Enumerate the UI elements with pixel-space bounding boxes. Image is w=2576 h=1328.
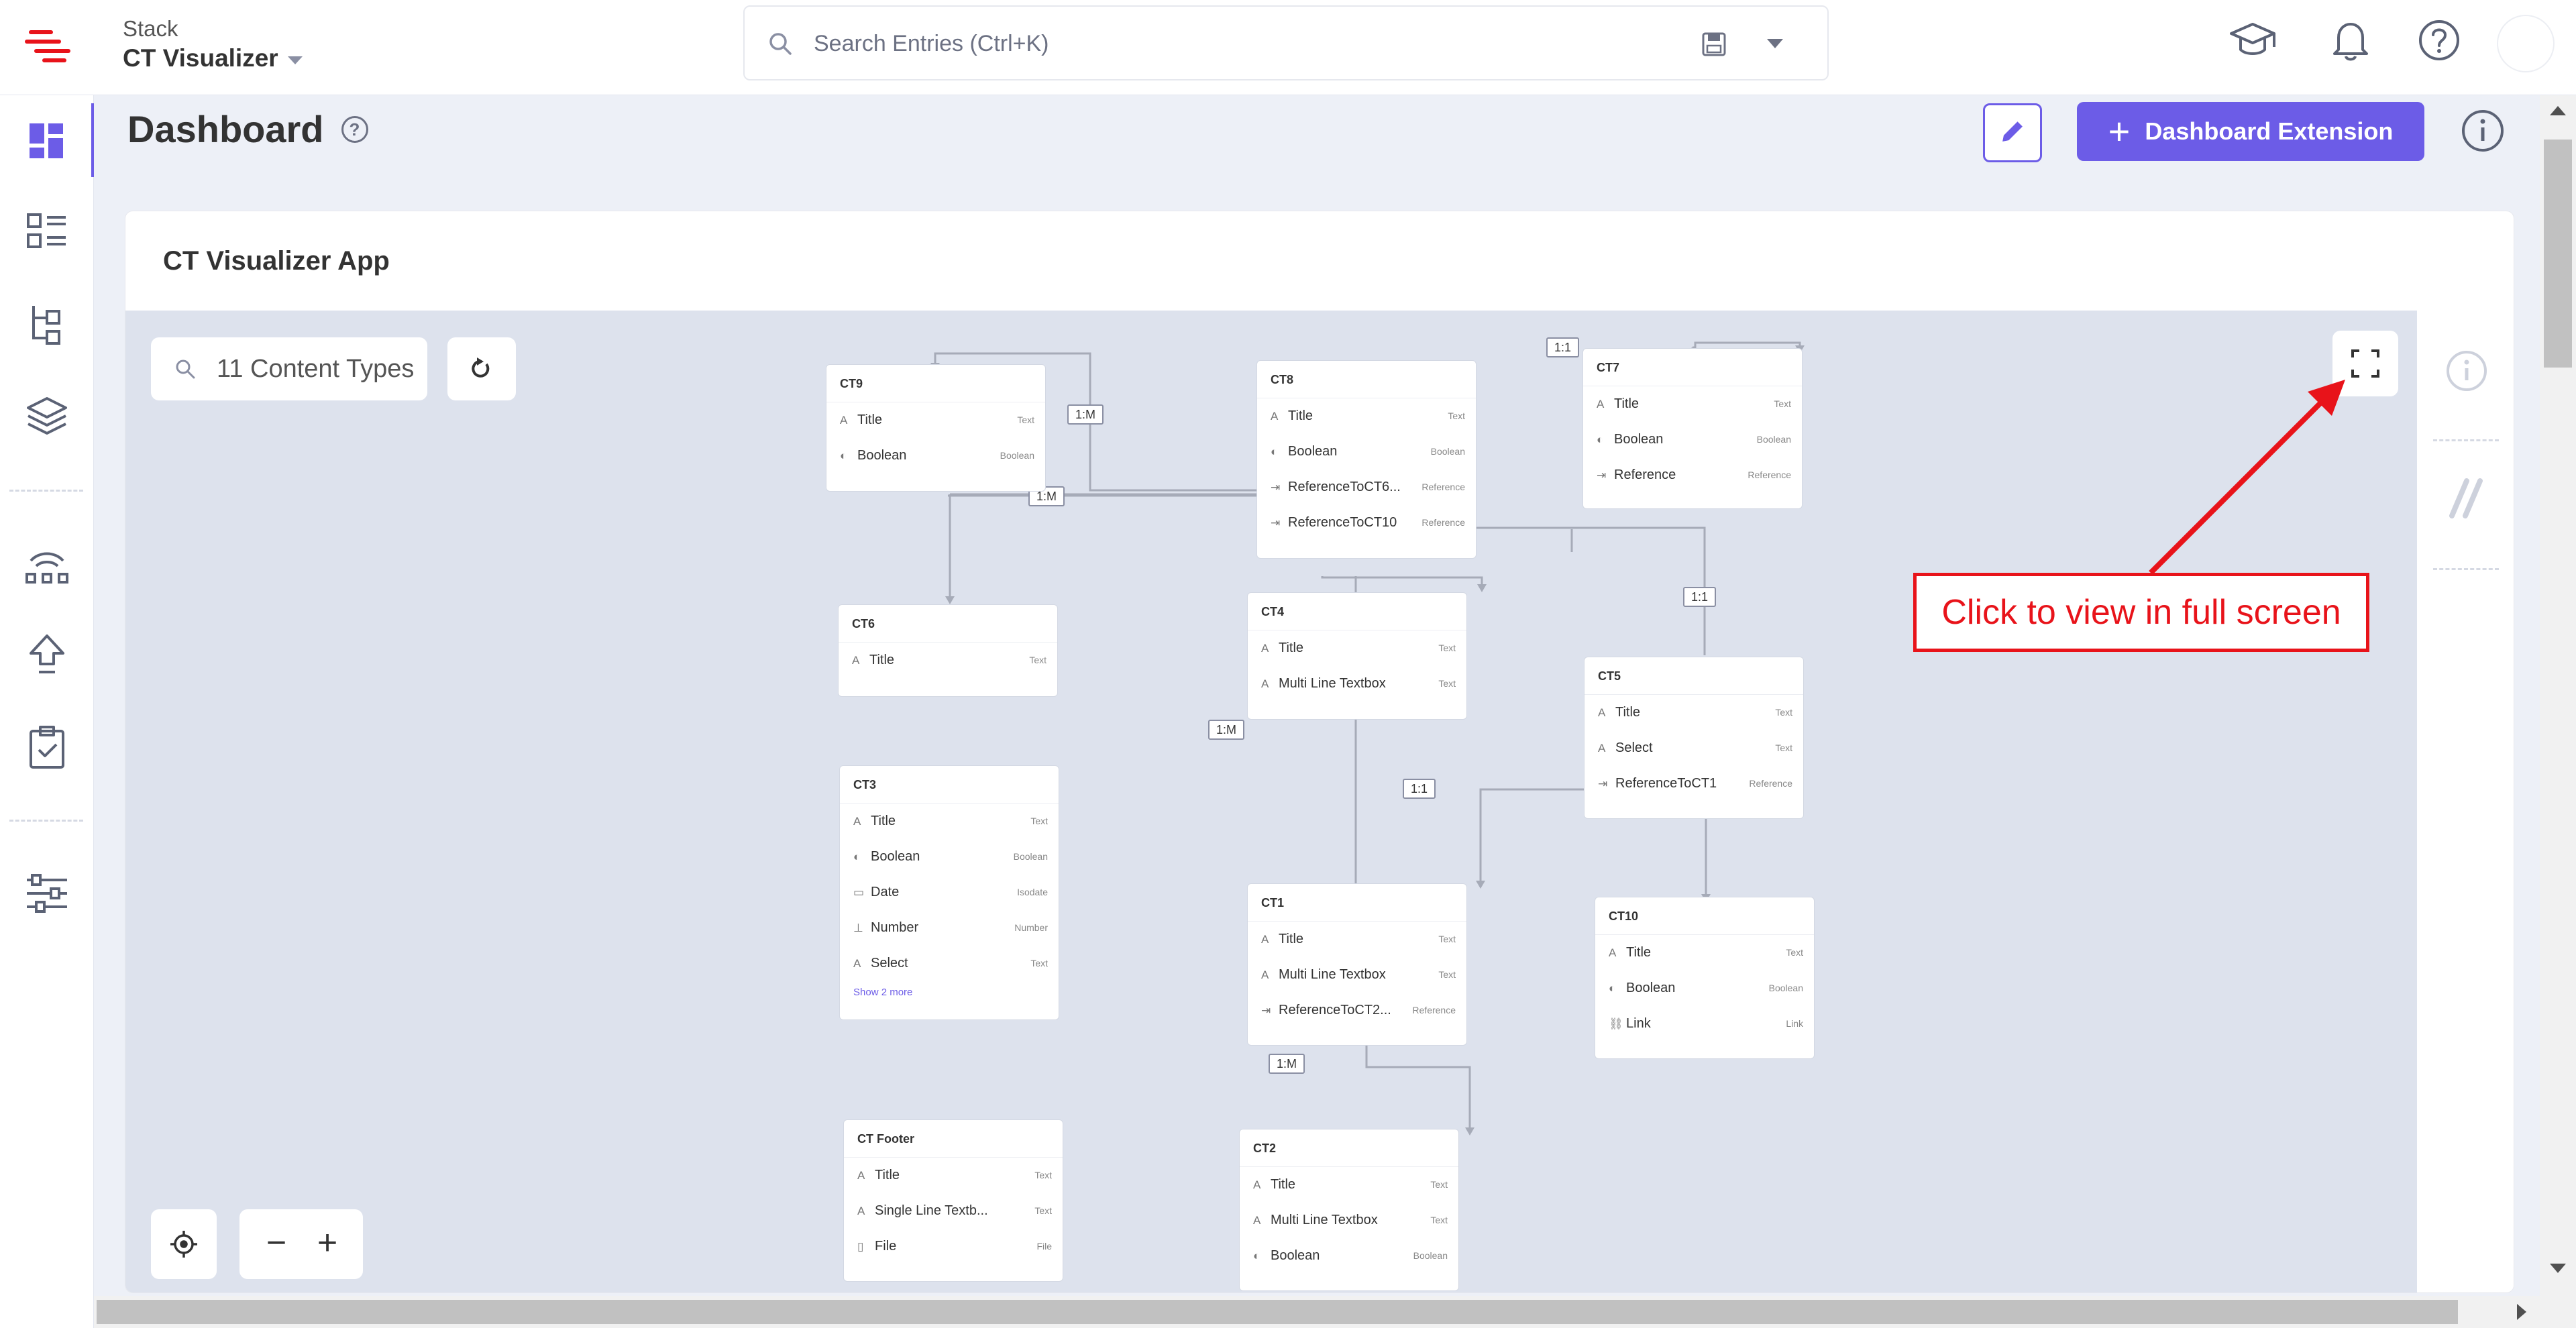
scroll-up-icon[interactable] bbox=[2550, 106, 2566, 115]
horizontal-scroll-thumb[interactable] bbox=[97, 1300, 2458, 1324]
vertical-scroll-thumb[interactable] bbox=[2544, 140, 2572, 368]
annotation-callout: Click to view in full screen bbox=[1913, 573, 2369, 652]
scroll-down-icon[interactable] bbox=[2550, 1264, 2566, 1273]
annotation-arrow bbox=[2149, 380, 2345, 575]
horizontal-scrollbar[interactable] bbox=[94, 1296, 2576, 1328]
scroll-right-icon[interactable] bbox=[2517, 1304, 2526, 1320]
vertical-scrollbar[interactable] bbox=[2540, 95, 2576, 1303]
